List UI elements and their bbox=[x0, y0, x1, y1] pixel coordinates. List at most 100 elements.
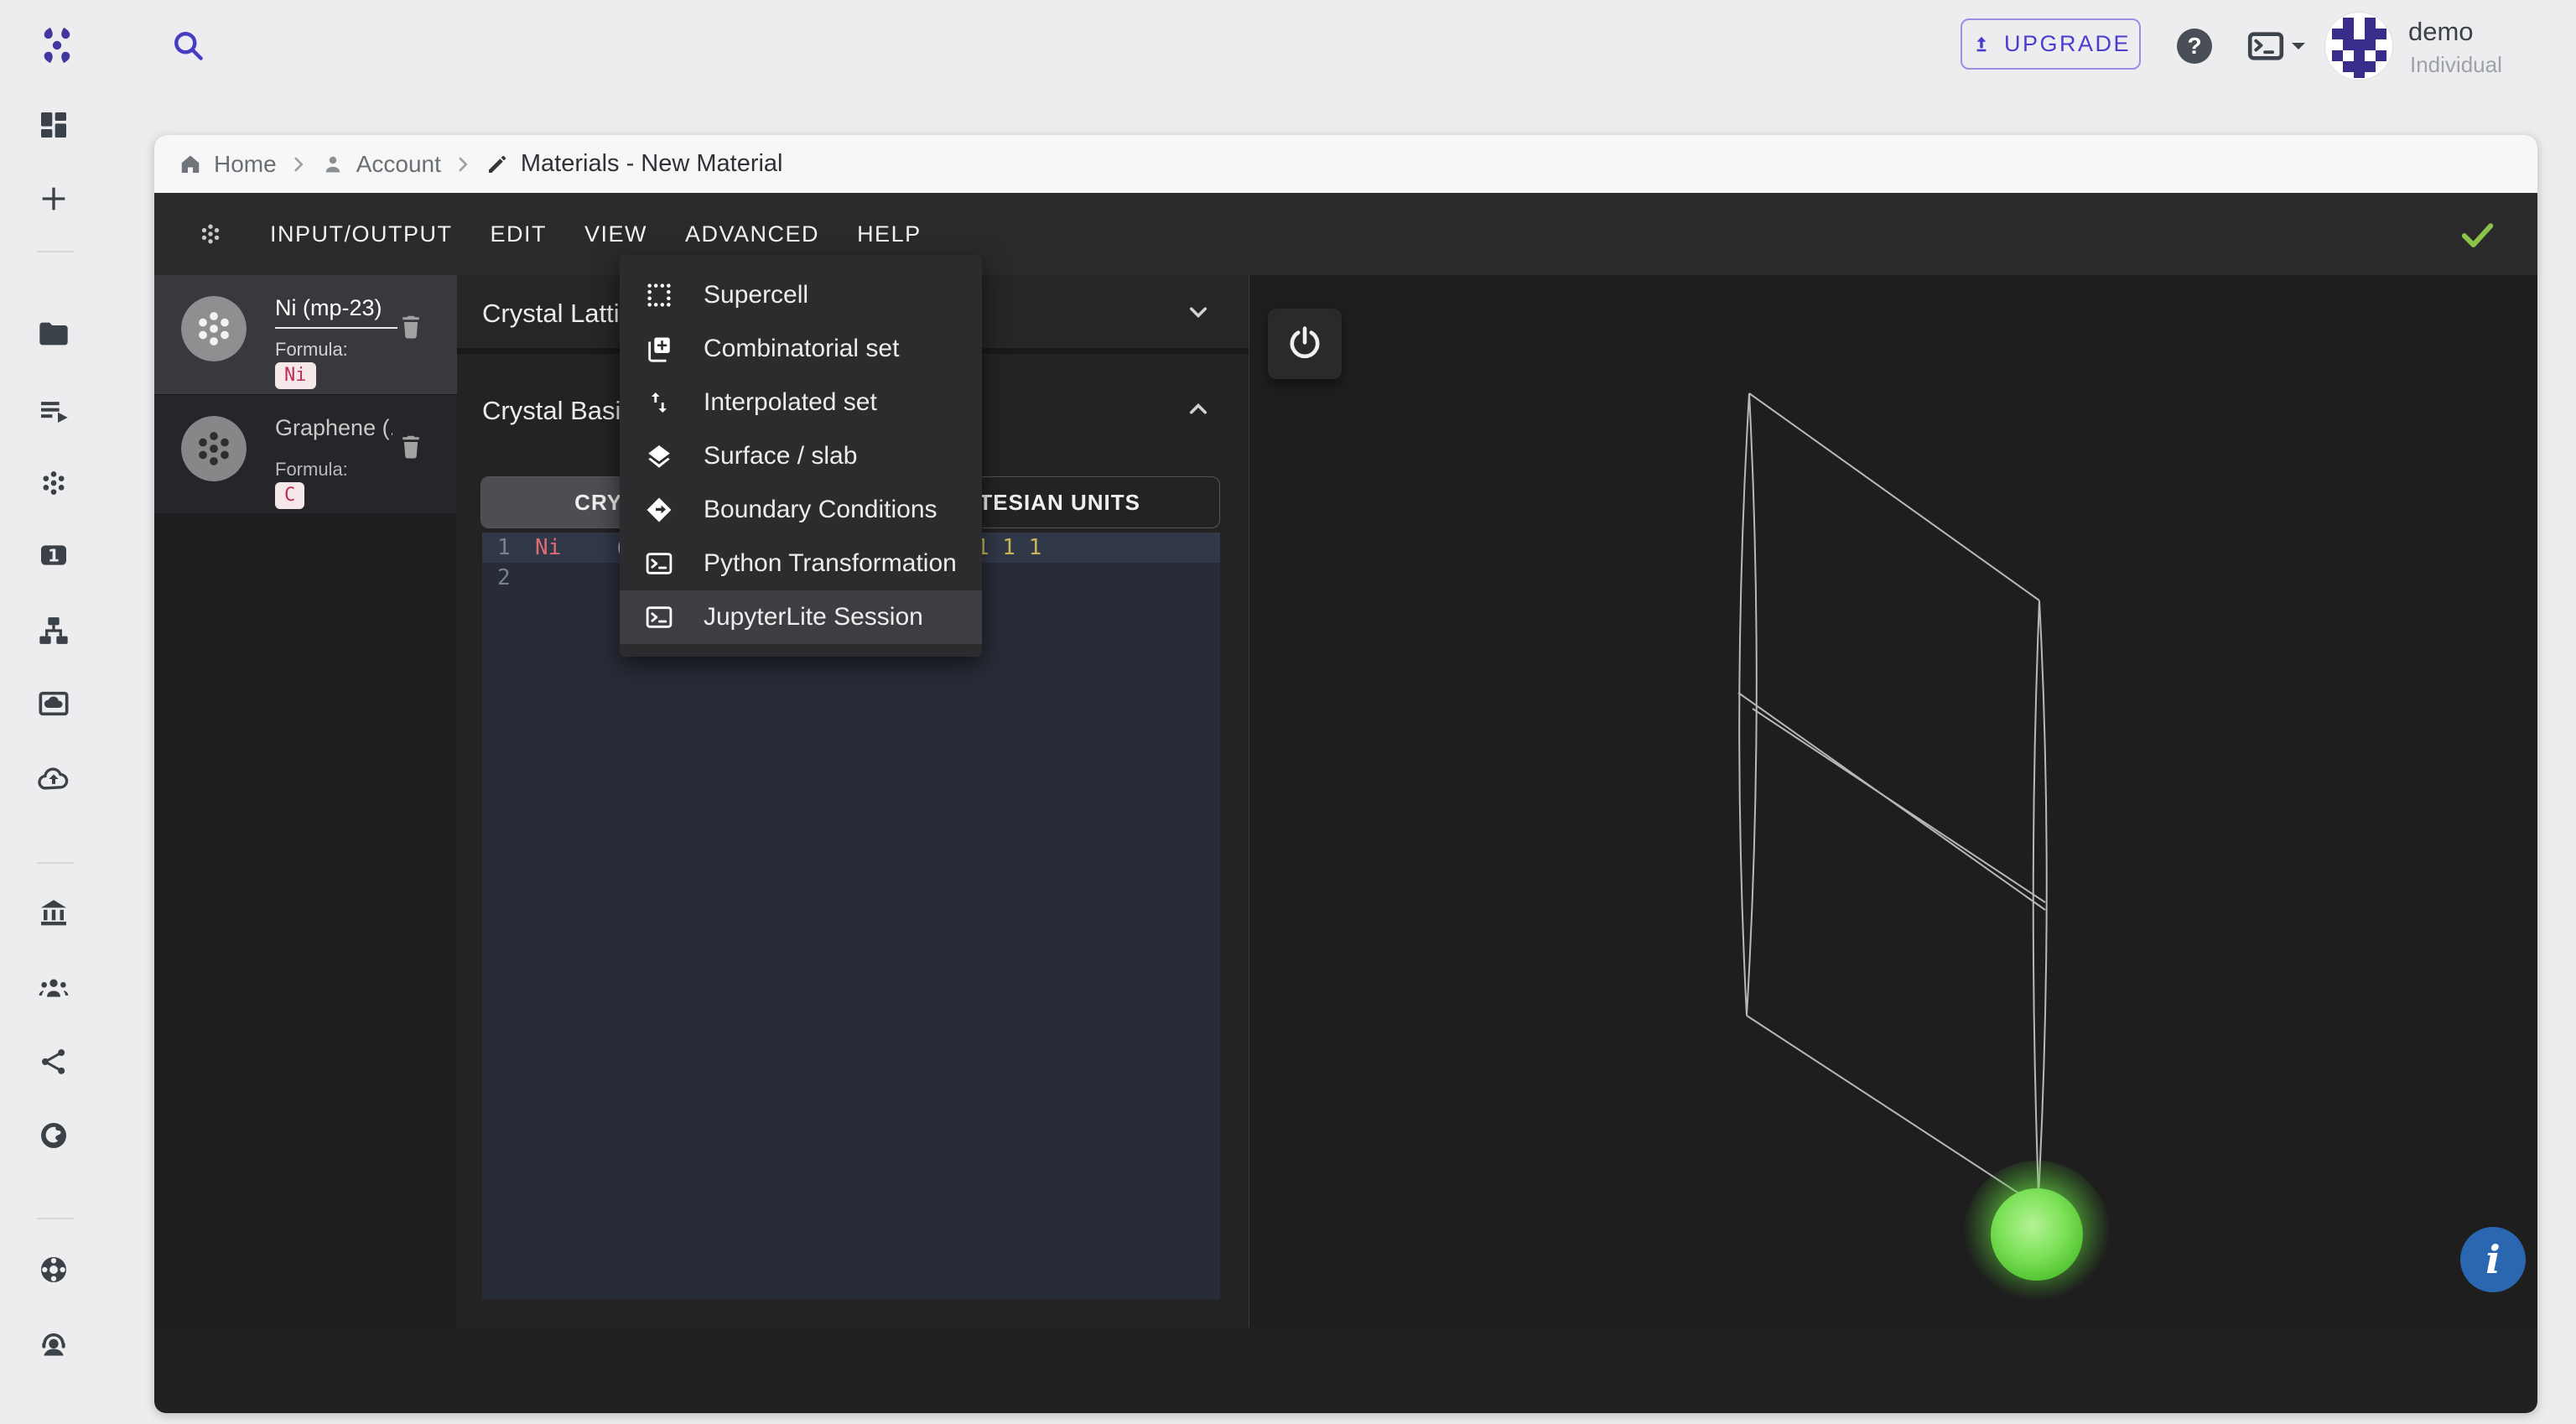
formula-chip: Ni bbox=[275, 362, 316, 389]
crystal-basis-title: Crystal Basis bbox=[482, 396, 634, 425]
cloud-upload-icon bbox=[38, 767, 69, 790]
collapse-chevron-up-icon[interactable] bbox=[1183, 394, 1213, 424]
menu-item-label: Python Transformation bbox=[704, 549, 957, 577]
viewer-power-button[interactable] bbox=[1268, 309, 1342, 379]
line-number: 1 bbox=[497, 535, 511, 560]
breadcrumb-account[interactable]: Account bbox=[356, 151, 441, 178]
delete-material-button[interactable] bbox=[396, 310, 426, 344]
dashboard-icon bbox=[41, 112, 66, 138]
console-menu-button[interactable] bbox=[2247, 32, 2308, 60]
atoms-cluster-icon bbox=[43, 471, 65, 495]
sidebar-item-workflows[interactable] bbox=[34, 611, 73, 650]
chevron-right-icon bbox=[294, 157, 304, 171]
save-check-icon[interactable] bbox=[2455, 212, 2499, 256]
sidebar-item-jobs[interactable] bbox=[34, 392, 73, 430]
menu-item-python-transformation[interactable]: Python Transformation bbox=[620, 537, 982, 590]
share-icon bbox=[42, 1049, 65, 1074]
designer-menubar: INPUT/OUTPUT EDIT VIEW ADVANCED HELP bbox=[154, 193, 2537, 275]
info-glyph: i bbox=[2485, 1237, 2501, 1282]
supercell-grid-icon bbox=[647, 283, 671, 307]
material-name-input[interactable]: Ni (mp-23) bbox=[275, 295, 397, 329]
breadcrumb-home[interactable]: Home bbox=[214, 151, 277, 178]
sidebar-item-create[interactable] bbox=[34, 179, 73, 218]
library-add-icon bbox=[648, 337, 670, 362]
sidebar-item-explore[interactable] bbox=[34, 1116, 73, 1155]
sidebar-item-support[interactable] bbox=[34, 1326, 73, 1364]
svg-text:1: 1 bbox=[48, 545, 60, 565]
sidebar-item-uploads[interactable] bbox=[34, 760, 73, 798]
person-icon bbox=[325, 156, 340, 172]
formula-label: Formula: bbox=[275, 459, 348, 480]
image-frame-icon bbox=[39, 691, 69, 716]
sidebar-item-media[interactable] bbox=[34, 684, 73, 723]
material-item-graphene[interactable]: Graphene (... Formula: C bbox=[154, 394, 457, 513]
globe-icon bbox=[41, 1123, 66, 1148]
formula-chip: C bbox=[275, 482, 305, 509]
app-logo[interactable] bbox=[37, 23, 77, 67]
delete-material-button[interactable] bbox=[396, 430, 426, 464]
expand-chevron-down-icon[interactable] bbox=[1183, 297, 1213, 327]
structure-viewer-3d[interactable]: i bbox=[1249, 275, 2537, 1328]
support-headset-icon bbox=[42, 1333, 65, 1356]
home-icon bbox=[181, 155, 200, 173]
chevron-right-icon bbox=[459, 157, 468, 171]
directions-icon bbox=[647, 497, 672, 522]
search-button[interactable] bbox=[169, 27, 206, 64]
sidebar-item-organization[interactable] bbox=[34, 894, 73, 933]
menu-edit[interactable]: EDIT bbox=[491, 221, 548, 247]
menu-item-boundary-conditions[interactable]: Boundary Conditions bbox=[620, 483, 982, 537]
atom-sphere bbox=[1991, 1188, 2083, 1281]
material-item-ni[interactable]: Ni (mp-23) Formula: Ni bbox=[154, 275, 457, 394]
chevron-down-icon bbox=[2292, 43, 2305, 49]
breadcrumb: Home Account Materials - New Material bbox=[154, 135, 2537, 193]
menu-advanced[interactable]: ADVANCED bbox=[685, 221, 819, 247]
formula-label: Formula: bbox=[275, 339, 348, 360]
atoms-cluster-icon bbox=[201, 224, 220, 244]
workflow-tree-icon bbox=[39, 617, 68, 644]
folder-icon bbox=[39, 322, 68, 346]
element-token: Ni bbox=[535, 535, 562, 560]
menu-input-output[interactable]: INPUT/OUTPUT bbox=[270, 221, 453, 247]
user-name: demo bbox=[2408, 17, 2474, 46]
sidebar-item-bank-one[interactable]: 1 bbox=[34, 536, 73, 574]
menu-item-combinatorial-set[interactable]: Combinatorial set bbox=[620, 322, 982, 376]
menu-item-surface-slab[interactable]: Surface / slab bbox=[620, 429, 982, 483]
sidebar-item-materials[interactable] bbox=[34, 464, 73, 502]
menu-item-interpolated-set[interactable]: Interpolated set bbox=[620, 376, 982, 429]
help-button[interactable]: ? bbox=[2177, 29, 2212, 64]
plus-icon bbox=[42, 187, 65, 210]
menu-view[interactable]: VIEW bbox=[584, 221, 647, 247]
sidebar-item-share[interactable] bbox=[34, 1042, 73, 1081]
power-icon bbox=[1290, 326, 1320, 359]
wheel-icon bbox=[41, 1257, 66, 1282]
bank-icon bbox=[41, 900, 66, 926]
menu-item-label: Boundary Conditions bbox=[704, 496, 937, 523]
menu-help[interactable]: HELP bbox=[857, 221, 922, 247]
menu-item-jupyterlite-session[interactable]: JupyterLite Session bbox=[620, 590, 982, 644]
identicon-pattern bbox=[2332, 18, 2386, 78]
upgrade-label: UPGRADE bbox=[2003, 31, 2132, 56]
search-icon bbox=[174, 32, 203, 60]
advanced-dropdown-menu: Supercell Combinatorial set Interpolated… bbox=[620, 255, 982, 657]
user-avatar[interactable] bbox=[2325, 13, 2392, 80]
mat3ra-logo-icon bbox=[44, 27, 70, 64]
line-number: 2 bbox=[497, 565, 511, 590]
sidebar-item-projects[interactable] bbox=[34, 314, 73, 353]
menu-item-label: JupyterLite Session bbox=[704, 603, 923, 631]
unit-cell-wireframe bbox=[1737, 392, 2111, 1308]
sidebar-item-dashboard[interactable] bbox=[34, 106, 73, 144]
terminal-icon bbox=[646, 606, 673, 628]
menu-item-label: Supercell bbox=[704, 281, 809, 309]
sidebar-item-team[interactable] bbox=[34, 969, 73, 1007]
swap-vertical-icon bbox=[651, 392, 667, 413]
layers-icon bbox=[648, 444, 670, 468]
upgrade-button[interactable]: UPGRADE bbox=[1961, 18, 2141, 70]
terminal-icon bbox=[646, 553, 673, 574]
sidebar-item-resources[interactable] bbox=[34, 1250, 73, 1289]
menu-item-label: Surface / slab bbox=[704, 442, 858, 470]
menu-item-supercell[interactable]: Supercell bbox=[620, 268, 982, 322]
pencil-icon bbox=[488, 155, 506, 173]
terminal-icon bbox=[2247, 32, 2284, 60]
constraint-tokens: 1 1 1 bbox=[976, 535, 1042, 560]
viewer-info-button[interactable]: i bbox=[2460, 1227, 2526, 1292]
